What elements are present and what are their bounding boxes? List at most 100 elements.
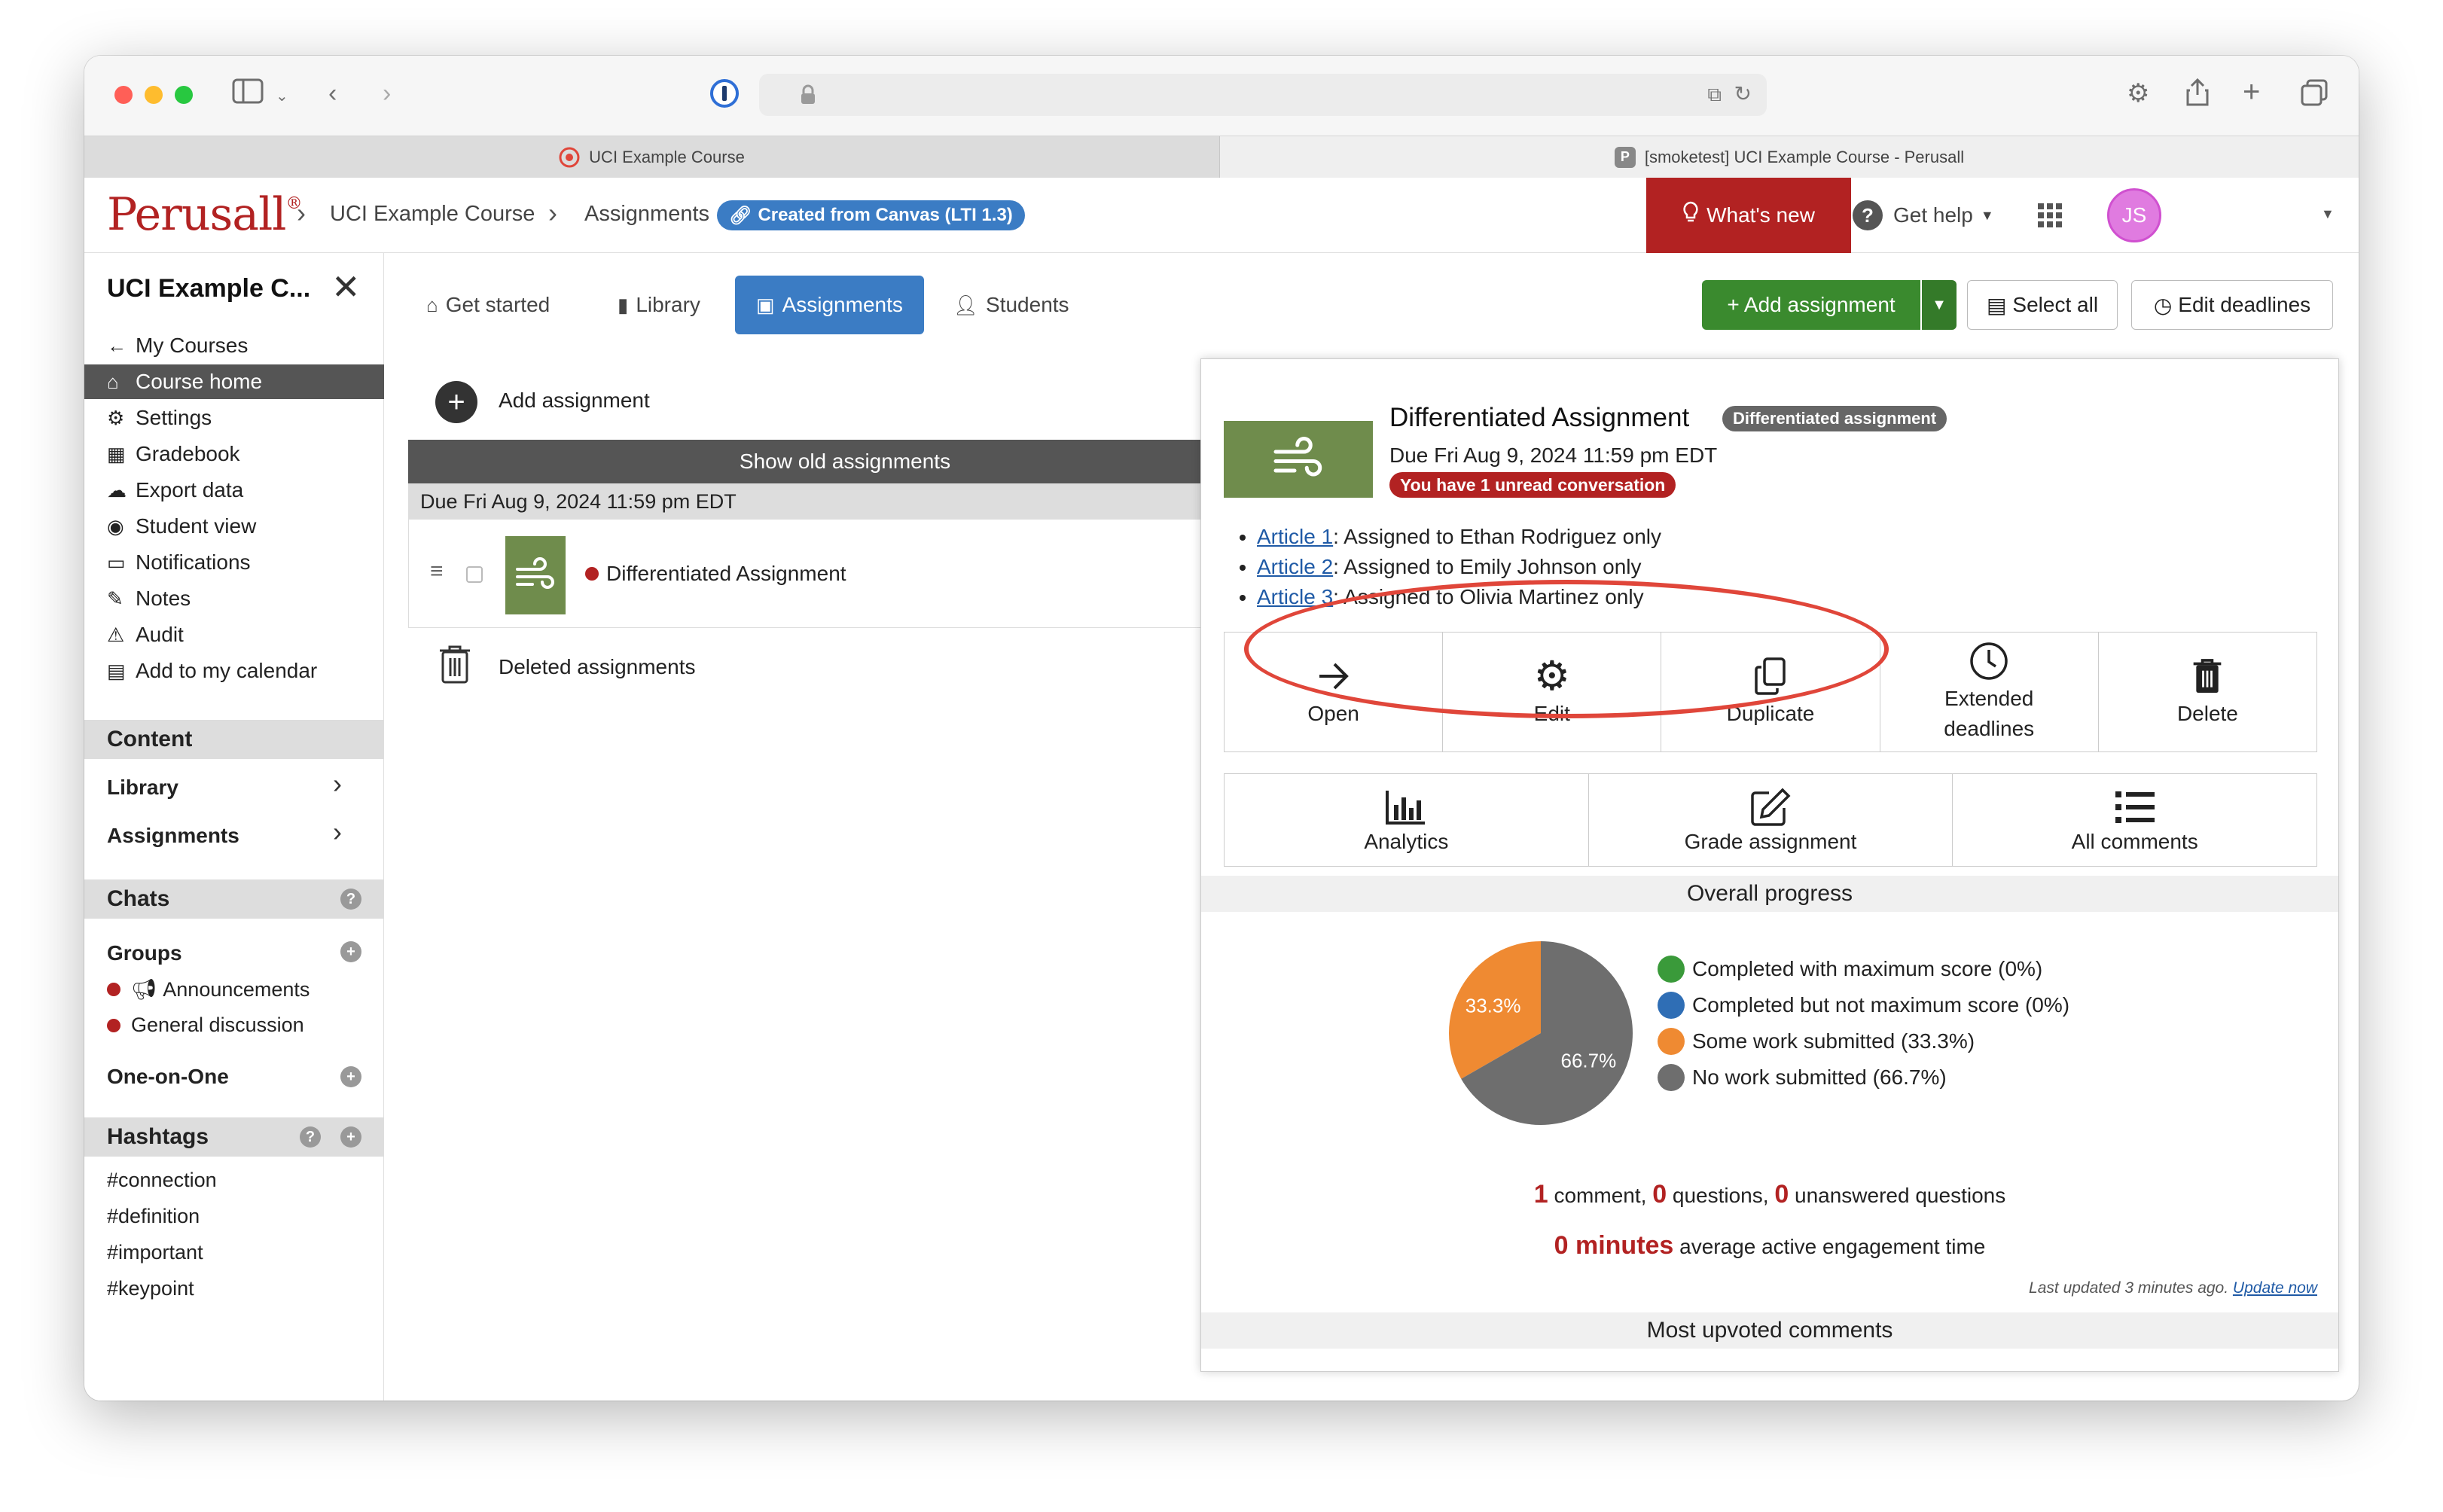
- add-assignment-icon[interactable]: +: [435, 381, 477, 423]
- legend-item: No work submitted (66.7%): [1658, 1062, 1947, 1093]
- deleted-assignments-link[interactable]: Deleted assignments: [499, 655, 695, 679]
- whats-new-button[interactable]: What's new: [1646, 178, 1851, 253]
- translate-icon[interactable]: ⧉: [1707, 83, 1722, 107]
- book-icon: ▮: [618, 293, 629, 316]
- hashtag-item[interactable]: #important: [107, 1241, 203, 1264]
- forward-icon[interactable]: ›: [383, 78, 391, 108]
- add-one-on-one-icon[interactable]: +: [340, 1066, 361, 1087]
- new-tab-icon[interactable]: +: [2243, 77, 2260, 107]
- all-comments-button[interactable]: All comments: [1953, 774, 2316, 866]
- close-icon[interactable]: ✕: [331, 267, 361, 307]
- pencil-icon: ✎: [107, 587, 124, 610]
- chevron-right-icon[interactable]: ›: [333, 768, 342, 800]
- assignment-checkbox[interactable]: [466, 566, 483, 583]
- comment-stats: 1 comment, 0 questions, 0 unanswered que…: [1201, 1180, 2338, 1209]
- unread-conversation-badge[interactable]: You have 1 unread conversation: [1389, 472, 1676, 498]
- breadcrumb-course[interactable]: UCI Example Course: [330, 202, 535, 227]
- address-bar[interactable]: ⧉ ↻: [759, 74, 1767, 116]
- chevron-right-icon[interactable]: ›: [333, 816, 342, 848]
- action-label: Extended deadlines: [1944, 687, 2035, 740]
- close-window-button[interactable]: [114, 86, 133, 104]
- back-icon[interactable]: ‹: [328, 78, 337, 108]
- chevron-down-icon[interactable]: ⌄: [276, 81, 288, 111]
- tab-perusall[interactable]: P [smoketest] UCI Example Course - Perus…: [1220, 136, 2359, 178]
- sidebar-item-assignments[interactable]: Assignments: [107, 824, 239, 848]
- grade-assignment-button[interactable]: Grade assignment: [1589, 774, 1953, 866]
- assignment-secondary-actions: Analytics Grade assignment All comments: [1224, 773, 2317, 867]
- add-assignment-link[interactable]: Add assignment: [499, 389, 650, 413]
- tab-get-started[interactable]: ⌂ Get started: [405, 276, 571, 334]
- avatar[interactable]: JS: [2107, 188, 2161, 242]
- extended-deadlines-button[interactable]: Extended deadlines: [1880, 633, 2099, 751]
- reload-icon[interactable]: ↻: [1734, 81, 1752, 106]
- edit-deadlines-button[interactable]: ◷ Edit deadlines: [2131, 280, 2333, 330]
- sidebar-item-notes[interactable]: ✎ Notes: [84, 581, 384, 616]
- hashtag-item[interactable]: #connection: [107, 1169, 217, 1192]
- assignment-row[interactable]: ≡ Differentiated Assignment: [408, 520, 1282, 628]
- drag-handle-icon[interactable]: ≡: [430, 559, 444, 584]
- hashtag-item[interactable]: #keypoint: [107, 1277, 194, 1300]
- update-now-link[interactable]: Update now: [2233, 1279, 2317, 1297]
- tab-assignments[interactable]: ▣ Assignments: [735, 276, 924, 334]
- home-icon: ⌂: [107, 370, 119, 393]
- sidebar-item-library[interactable]: Library: [107, 776, 178, 800]
- help-icon: ?: [1853, 200, 1883, 230]
- unanswered-count: 0: [1774, 1180, 1789, 1209]
- sidebar-item-course-home[interactable]: ⌂ Course home: [84, 364, 384, 399]
- help-icon[interactable]: ?: [340, 889, 361, 910]
- chat-general-discussion[interactable]: General discussion: [107, 1014, 304, 1037]
- link-icon: 🔗︎: [729, 205, 752, 226]
- pie-slice-label: 66.7%: [1560, 1050, 1616, 1072]
- settings-gear-icon[interactable]: ⚙: [2127, 78, 2149, 108]
- zoom-window-button[interactable]: [175, 86, 193, 104]
- share-icon[interactable]: [2185, 77, 2210, 114]
- hashtag-item[interactable]: #definition: [107, 1205, 200, 1228]
- sidebar-item-gradebook[interactable]: ▦ Gradebook: [84, 437, 384, 471]
- account-caret-icon[interactable]: ▼: [2321, 206, 2335, 222]
- assignment-title-link[interactable]: Differentiated Assignment: [585, 562, 846, 586]
- sidebar-item-audit[interactable]: ⚠ Audit: [84, 617, 384, 652]
- sidebar-toggle-icon[interactable]: [232, 78, 264, 111]
- hashtags-header-label: Hashtags: [107, 1124, 209, 1149]
- show-old-assignments-button[interactable]: Show old assignments: [408, 440, 1282, 483]
- list-item: Article 1: Assigned to Ethan Rodriguez o…: [1257, 522, 1661, 552]
- tab-overview-icon[interactable]: [2300, 78, 2329, 114]
- sidebar-item-student-view[interactable]: ◉ Student view: [84, 509, 384, 544]
- help-icon[interactable]: ?: [300, 1126, 321, 1148]
- tab-students[interactable]: 👤︎ Students: [932, 276, 1090, 334]
- browser-window: ⌄ ‹ › ⧉ ↻ ⚙ + UCI Example Course P [smok…: [84, 56, 2359, 1401]
- tab-uci-example-course[interactable]: UCI Example Course: [84, 136, 1220, 178]
- password-manager-icon[interactable]: [709, 78, 740, 115]
- questions-text: questions,: [1672, 1184, 1769, 1207]
- article-link[interactable]: Article 2: [1257, 555, 1333, 578]
- add-group-icon[interactable]: +: [340, 941, 361, 962]
- select-all-label: Select all: [2012, 293, 2099, 316]
- assignment-thumbnail[interactable]: [505, 536, 566, 614]
- sidebar-item-add-to-calendar[interactable]: ▤ Add to my calendar: [84, 654, 384, 688]
- sidebar-item-export-data[interactable]: ☁ Export data: [84, 473, 384, 508]
- minimize-window-button[interactable]: [145, 86, 163, 104]
- sidebar-item-label: My Courses: [136, 334, 249, 357]
- breadcrumb-assignments[interactable]: Assignments: [584, 202, 709, 227]
- sidebar-item-my-courses[interactable]: ← My Courses: [84, 328, 384, 363]
- sidebar-item-notifications[interactable]: ▭ Notifications: [84, 545, 384, 580]
- delete-button[interactable]: Delete: [2099, 633, 2316, 751]
- tab-label: Library: [636, 293, 700, 316]
- sidebar-item-settings[interactable]: ⚙ Settings: [84, 401, 384, 435]
- add-assignment-button[interactable]: + Add assignment: [1702, 280, 1920, 330]
- comments-count: 1: [1533, 1180, 1548, 1209]
- get-help-button[interactable]: ? Get help ▼: [1853, 200, 1994, 230]
- select-all-button[interactable]: ▤ Select all: [1967, 280, 2118, 330]
- perusall-logo[interactable]: Perusall®: [107, 188, 302, 241]
- add-assignment-dropdown[interactable]: ▼: [1922, 280, 1957, 330]
- article-link[interactable]: Article 1: [1257, 525, 1333, 548]
- analytics-button[interactable]: Analytics: [1225, 774, 1589, 866]
- due-date-group-header: Due Fri Aug 9, 2024 11:59 pm EDT: [408, 483, 1282, 520]
- tab-library[interactable]: ▮ Library: [596, 276, 721, 334]
- add-hashtag-icon[interactable]: +: [340, 1126, 361, 1148]
- apps-grid-icon[interactable]: [2038, 203, 2062, 231]
- lti-badge: 🔗︎ Created from Canvas (LTI 1.3): [717, 200, 1025, 230]
- legend-item: Completed but not maximum score (0%): [1658, 990, 2069, 1020]
- warning-icon: ⚠: [107, 623, 125, 646]
- chat-announcements[interactable]: 📢︎ Announcements: [107, 977, 310, 1001]
